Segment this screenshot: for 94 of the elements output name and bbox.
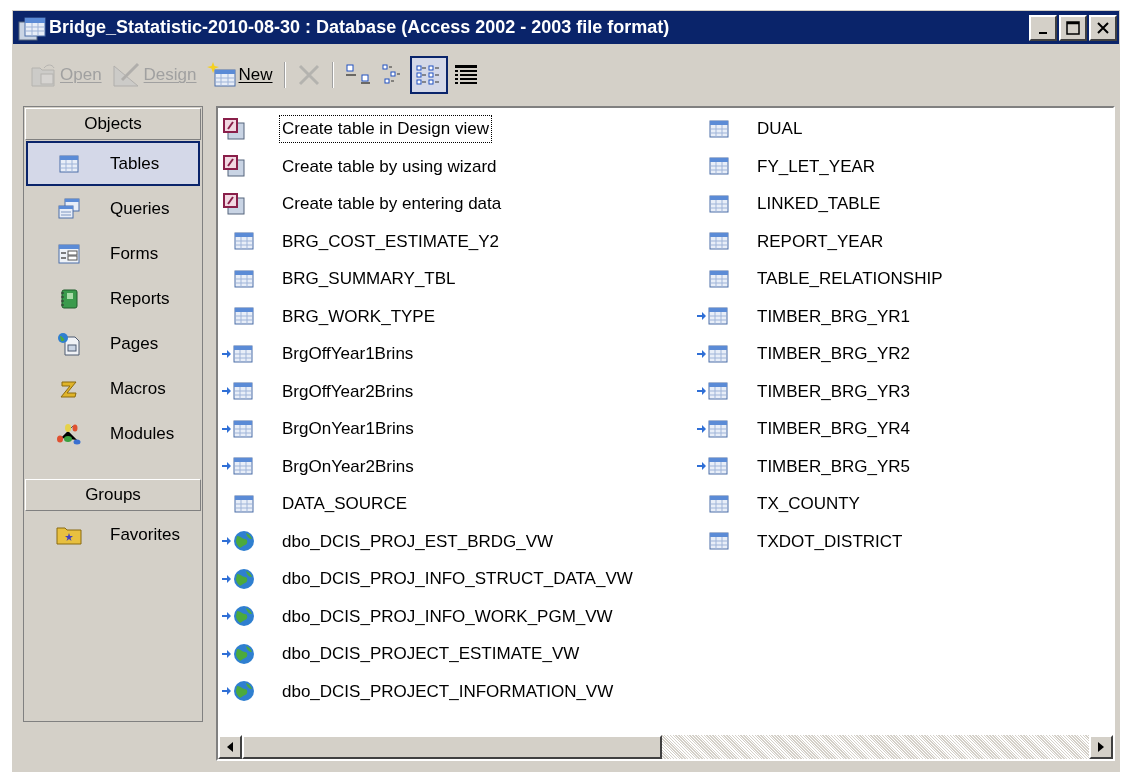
- table-list-item[interactable]: dbo_DCIS_PROJ_INFO_STRUCT_DATA_VW: [218, 560, 693, 598]
- maximize-icon: [1066, 20, 1080, 35]
- table-icon: [234, 494, 254, 513]
- object-type-item[interactable]: Queries: [26, 186, 200, 231]
- table-list-item[interactable]: FY_LET_YEAR: [693, 147, 945, 185]
- left-arrow-icon: [227, 742, 233, 752]
- linked-table-icon: [222, 344, 254, 363]
- modules-icon: [56, 421, 82, 446]
- delete-icon: [296, 63, 321, 87]
- table-list-item[interactable]: BrgOnYear1Brins: [218, 410, 693, 448]
- object-type-item[interactable]: Modules: [26, 411, 200, 456]
- close-icon: [1097, 21, 1109, 34]
- table-list-item[interactable]: TXDOT_DISTRICT: [693, 522, 945, 560]
- linked-table-icon: [697, 382, 729, 401]
- section-header[interactable]: Groups: [25, 479, 201, 511]
- table-icon: [234, 269, 254, 288]
- table-list-item[interactable]: BRG_WORK_TYPE: [218, 297, 693, 335]
- table-list-item[interactable]: TIMBER_BRG_YR5: [693, 447, 945, 485]
- table-list-item[interactable]: dbo_DCIS_PROJ_EST_BRDG_VW: [218, 522, 693, 560]
- linked-table-icon: [222, 382, 254, 401]
- table-list-item[interactable]: BrgOnYear2Brins: [218, 447, 693, 485]
- table-icon: [234, 232, 254, 251]
- table-list-item[interactable]: dbo_DCIS_PROJECT_INFORMATION_VW: [218, 672, 693, 710]
- table-list-item[interactable]: TIMBER_BRG_YR4: [693, 410, 945, 448]
- table-list-item[interactable]: BRG_SUMMARY_TBL: [218, 260, 693, 298]
- details-view-icon: [452, 63, 479, 87]
- linked-globe-icon: [222, 680, 256, 703]
- table-list-item[interactable]: REPORT_YEAR: [693, 222, 945, 260]
- linked-table-icon: [697, 344, 729, 363]
- close-button[interactable]: [1089, 14, 1117, 41]
- table-icon: [709, 119, 729, 138]
- open-folder-icon: [30, 62, 58, 88]
- table-list-item[interactable]: BrgOffYear2Brins: [218, 372, 693, 410]
- table-list-item[interactable]: DATA_SOURCE: [218, 485, 693, 523]
- table-list-item[interactable]: DUAL: [693, 110, 945, 148]
- table-icon: [709, 157, 729, 176]
- new-table-icon: [206, 62, 237, 88]
- scroll-icon: [59, 378, 79, 399]
- stacked-tables-icon: [58, 197, 80, 220]
- object-type-item[interactable]: Reports: [26, 276, 200, 321]
- new-button[interactable]: New: [201, 56, 278, 94]
- table-list-item[interactable]: dbo_DCIS_PROJECT_ESTIMATE_VW: [218, 635, 693, 673]
- wizard-document-icon: [222, 191, 246, 216]
- scroll-right-button[interactable]: [1089, 735, 1113, 759]
- table-icon: [709, 269, 729, 288]
- minimize-button[interactable]: [1029, 14, 1057, 41]
- linked-globe-icon: [222, 530, 256, 553]
- table-list-item[interactable]: TIMBER_BRG_YR2: [693, 335, 945, 373]
- table-list-item[interactable]: Create table in Design view: [218, 110, 693, 148]
- table-icon: [234, 307, 254, 326]
- table-icon: [709, 532, 729, 551]
- window-title: Bridge_Statatistic-2010-08-30 : Database (Access 2002 - 2003 file format): [49, 16, 671, 39]
- object-type-item[interactable]: Forms: [26, 231, 200, 276]
- linked-table-icon: [697, 419, 729, 438]
- table-list-item[interactable]: BRG_COST_ESTIMATE_Y2: [218, 222, 693, 260]
- table-list-item[interactable]: BrgOffYear1Brins: [218, 335, 693, 373]
- table-list-item[interactable]: LINKED_TABLE: [693, 185, 945, 223]
- table-list-item[interactable]: TIMBER_BRG_YR1: [693, 297, 945, 335]
- object-type-item[interactable]: Favorites: [26, 512, 200, 557]
- report-book-icon: [59, 288, 79, 309]
- minimize-icon: [1039, 31, 1047, 34]
- scroll-thumb[interactable]: [242, 735, 662, 759]
- table-icon: [709, 194, 729, 213]
- web-page-icon: [57, 331, 81, 356]
- section-header[interactable]: Objects: [25, 108, 201, 140]
- linked-globe-icon: [222, 605, 256, 628]
- scroll-left-button[interactable]: [218, 735, 242, 759]
- folder-icon: [56, 524, 82, 545]
- object-type-item[interactable]: Macros: [26, 366, 200, 411]
- table-icon: [709, 494, 729, 513]
- table-list-item[interactable]: TABLE_RELATIONSHIP: [693, 260, 945, 298]
- table-list-item[interactable]: dbo_DCIS_PROJ_INFO_WORK_PGM_VW: [218, 597, 693, 635]
- linked-table-icon: [222, 419, 254, 438]
- linked-globe-icon: [222, 567, 256, 590]
- wizard-document-icon: [222, 154, 246, 179]
- horizontal-scrollbar[interactable]: [218, 735, 1113, 759]
- large-icons-icon: [344, 63, 371, 87]
- linked-table-icon: [222, 457, 254, 476]
- table-list-item[interactable]: TIMBER_BRG_YR3: [693, 372, 945, 410]
- maximize-button[interactable]: [1059, 14, 1087, 41]
- table-list-item[interactable]: TX_COUNTY: [693, 485, 945, 523]
- object-type-item[interactable]: Tables: [26, 141, 200, 186]
- table-list-item[interactable]: Create table by using wizard: [218, 147, 693, 185]
- linked-table-icon: [697, 457, 729, 476]
- right-arrow-icon: [1098, 742, 1104, 752]
- table-icon: [709, 232, 729, 251]
- wizard-document-icon: [222, 116, 246, 141]
- form-icon: [58, 243, 80, 264]
- object-type-item[interactable]: Pages: [26, 321, 200, 366]
- list-button[interactable]: [409, 56, 448, 94]
- linked-table-icon: [697, 307, 729, 326]
- table-icon: [59, 154, 79, 173]
- table-list-item[interactable]: Create table by entering data: [218, 185, 693, 223]
- linked-globe-icon: [222, 642, 256, 665]
